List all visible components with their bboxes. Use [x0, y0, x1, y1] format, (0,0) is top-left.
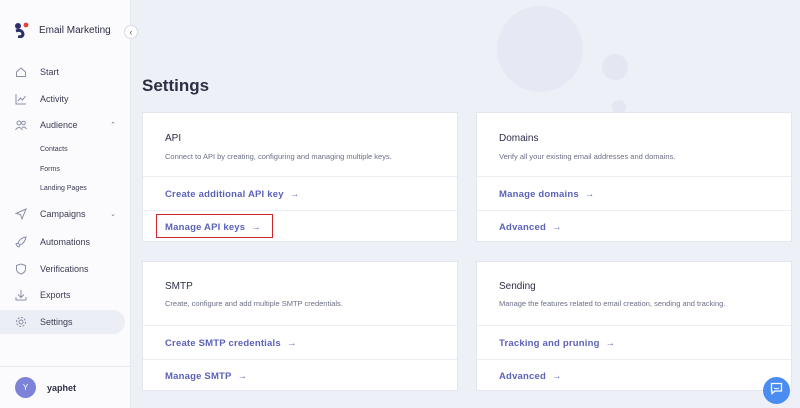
link-label: Tracking and pruning — [499, 338, 600, 349]
sidebar-item-automations[interactable]: Automations — [0, 230, 125, 254]
divider — [143, 325, 457, 326]
sidebar-item-label: Campaigns — [40, 209, 86, 219]
divider — [477, 176, 791, 177]
link-label: Create additional API key — [165, 189, 284, 200]
divider — [477, 210, 791, 211]
domains-advanced-link[interactable]: Advanced → — [499, 222, 562, 233]
sidebar-item-exports[interactable]: Exports — [0, 283, 125, 307]
users-icon — [15, 119, 27, 131]
card-title: Domains — [499, 133, 539, 144]
user-profile[interactable]: Y yaphet — [0, 366, 131, 408]
manage-smtp-link[interactable]: Manage SMTP → — [165, 371, 247, 382]
card-title: API — [165, 133, 182, 144]
sidebar-subitem-landing-pages[interactable]: Landing Pages — [40, 185, 87, 192]
arrow-right-icon: → — [289, 189, 300, 200]
arrow-right-icon: → — [552, 222, 562, 233]
sidebar-subitem-forms[interactable]: Forms — [40, 166, 60, 173]
link-label: Manage SMTP — [165, 371, 232, 382]
divider — [477, 359, 791, 360]
card-description: Connect to API by creating, configuring … — [165, 152, 392, 161]
arrow-right-icon: → — [584, 189, 595, 200]
divider — [143, 210, 457, 211]
chat-support-button[interactable] — [763, 377, 790, 404]
arrow-right-icon: → — [237, 371, 248, 382]
card-description: Create, configure and add multiple SMTP … — [165, 299, 343, 308]
arrow-right-icon: → — [552, 371, 562, 382]
arrow-right-icon: → — [286, 338, 297, 349]
divider — [143, 176, 457, 177]
highlight-box — [156, 214, 273, 238]
card-description: Verify all your existing email addresses… — [499, 152, 676, 161]
avatar: Y — [15, 377, 36, 398]
sidebar: Email Marketing Start Activity Audience … — [0, 0, 131, 408]
link-label: Manage domains — [499, 189, 579, 200]
page-title: Settings — [142, 76, 210, 95]
user-name: yaphet — [47, 382, 77, 393]
create-smtp-credentials-link[interactable]: Create SMTP credentials → — [165, 338, 297, 349]
sidebar-item-label: Start — [40, 67, 60, 77]
sidebar-item-label: Automations — [40, 237, 91, 247]
sending-advanced-link[interactable]: Advanced → — [499, 371, 562, 382]
sidebar-item-start[interactable]: Start — [0, 60, 125, 84]
rocket-icon — [15, 236, 27, 248]
chevron-down-icon: ⌄ — [110, 211, 116, 218]
sidebar-item-label: Activity — [40, 94, 69, 104]
sidebar-item-label: Audience — [40, 120, 78, 130]
link-label: Create SMTP credentials — [165, 338, 281, 349]
shield-icon — [15, 263, 27, 275]
sidebar-subitem-contacts[interactable]: Contacts — [40, 146, 68, 153]
sidebar-item-label: Settings — [40, 317, 73, 327]
collapse-sidebar-button[interactable]: ‹ — [124, 25, 138, 39]
brand-logo-icon — [14, 22, 30, 39]
create-api-key-link[interactable]: Create additional API key → — [165, 189, 299, 200]
download-icon — [15, 289, 27, 301]
home-icon — [15, 66, 27, 78]
divider — [143, 359, 457, 360]
sidebar-item-activity[interactable]: Activity — [0, 87, 125, 111]
chevron-up-icon: ⌃ — [110, 122, 116, 129]
sidebar-item-label: Verifications — [40, 264, 89, 274]
sidebar-item-settings[interactable]: Settings — [0, 310, 125, 334]
decor-circle-large — [497, 6, 583, 92]
card-title: SMTP — [165, 281, 193, 292]
sidebar-item-verifications[interactable]: Verifications — [0, 257, 125, 281]
link-label: Advanced — [499, 371, 547, 382]
domains-card: Domains Verify all your existing email a… — [476, 112, 792, 242]
paper-plane-icon — [15, 208, 27, 220]
decor-circle-small — [602, 54, 628, 80]
arrow-right-icon: → — [605, 338, 616, 349]
chart-line-icon — [15, 93, 27, 105]
card-description: Manage the features related to email cre… — [499, 299, 726, 308]
chat-bubble-icon — [770, 382, 783, 400]
manage-domains-link[interactable]: Manage domains → — [499, 189, 595, 200]
brand-title: Email Marketing — [39, 24, 111, 36]
card-title: Sending — [499, 281, 536, 292]
sidebar-item-campaigns[interactable]: Campaigns ⌄ — [0, 202, 125, 226]
link-label: Advanced — [499, 222, 547, 233]
sending-card: Sending Manage the features related to e… — [476, 261, 792, 391]
tracking-and-pruning-link[interactable]: Tracking and pruning → — [499, 338, 615, 349]
sidebar-item-audience[interactable]: Audience ⌃ — [0, 113, 125, 137]
gear-icon — [15, 316, 27, 328]
divider — [477, 325, 791, 326]
sidebar-item-label: Exports — [40, 290, 71, 300]
smtp-card: SMTP Create, configure and add multiple … — [142, 261, 458, 391]
brand[interactable]: Email Marketing — [14, 22, 111, 39]
